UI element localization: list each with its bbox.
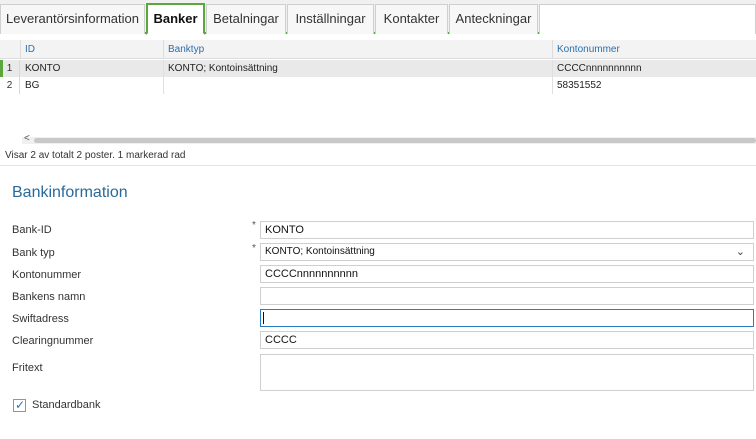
cell-kontonummer: 58351552 <box>557 80 602 91</box>
banks-grid: ID Banktyp Kontonummer 1 KONTO KONTO; Ko… <box>0 38 756 146</box>
clearingnummer-field[interactable]: CCCC <box>260 331 754 349</box>
tab-banker[interactable]: Banker <box>146 3 205 35</box>
bank-typ-label: Bank typ <box>12 247 55 259</box>
required-marker: * <box>252 220 256 231</box>
text-cursor <box>263 312 264 324</box>
standardbank-checkbox[interactable]: ✓ <box>13 398 26 412</box>
fritext-label: Fritext <box>12 362 43 374</box>
grid-header: ID Banktyp Kontonummer <box>0 40 756 59</box>
cell-banktyp: KONTO; Kontoinsättning <box>164 60 553 77</box>
scrollbar-thumb[interactable] <box>34 138 756 143</box>
bankens-namn-field[interactable] <box>260 287 754 305</box>
cell-kontonummer: CCCCnnnnnnnnnn <box>557 63 642 74</box>
checkmark-icon: ✓ <box>15 398 26 412</box>
column-header-kontonummer[interactable]: Kontonummer <box>553 40 756 59</box>
tab-bar: Leverantörsinformation Banker Betalninga… <box>0 0 756 35</box>
bank-typ-select[interactable]: KONTO; Kontoinsättning ⌄ <box>260 243 754 261</box>
bank-id-label: Bank-ID <box>12 224 52 236</box>
tab-anteckningar[interactable]: Anteckningar <box>449 4 538 34</box>
standardbank-label[interactable]: Standardbank <box>32 399 101 411</box>
kontonummer-field[interactable]: CCCCnnnnnnnnnn <box>260 265 754 283</box>
column-header-id[interactable]: ID <box>21 40 164 59</box>
chevron-down-icon[interactable]: ⌄ <box>736 244 745 260</box>
scroll-left-arrow-icon[interactable]: < <box>24 133 30 144</box>
swiftadress-field[interactable] <box>260 309 754 327</box>
tab-kontakter[interactable]: Kontakter <box>375 4 448 34</box>
divider <box>0 165 756 166</box>
tab-filler <box>539 4 756 34</box>
tab-leverantorsinformation[interactable]: Leverantörsinformation <box>0 4 145 34</box>
cell-id: BG <box>21 77 164 94</box>
bank-id-field[interactable]: KONTO <box>260 221 754 239</box>
column-header-banktyp[interactable]: Banktyp <box>164 40 553 59</box>
grid-status-text: Visar 2 av totalt 2 poster. 1 markerad r… <box>5 150 186 161</box>
row-header-corner <box>0 40 21 59</box>
bank-typ-value: KONTO; Kontoinsättning <box>265 246 375 257</box>
table-row[interactable]: 2 BG 58351552 <box>0 77 756 94</box>
row-number: 2 <box>0 77 20 94</box>
section-title: Bankinformation <box>12 184 128 201</box>
required-marker: * <box>252 243 256 254</box>
clearingnummer-label: Clearingnummer <box>12 335 94 347</box>
bankens-namn-label: Bankens namn <box>12 291 86 303</box>
swiftadress-label: Swiftadress <box>12 313 69 325</box>
kontonummer-label: Kontonummer <box>12 269 82 281</box>
cell-id: KONTO <box>21 60 164 77</box>
table-row[interactable]: 1 KONTO KONTO; Kontoinsättning CCCCnnnnn… <box>0 60 756 77</box>
row-number: 1 <box>0 60 20 77</box>
cell-banktyp <box>164 77 553 94</box>
tab-installningar[interactable]: Inställningar <box>287 4 374 34</box>
current-row-marker <box>0 60 3 77</box>
tab-betalningar[interactable]: Betalningar <box>206 4 286 34</box>
fritext-textarea[interactable] <box>260 354 754 391</box>
